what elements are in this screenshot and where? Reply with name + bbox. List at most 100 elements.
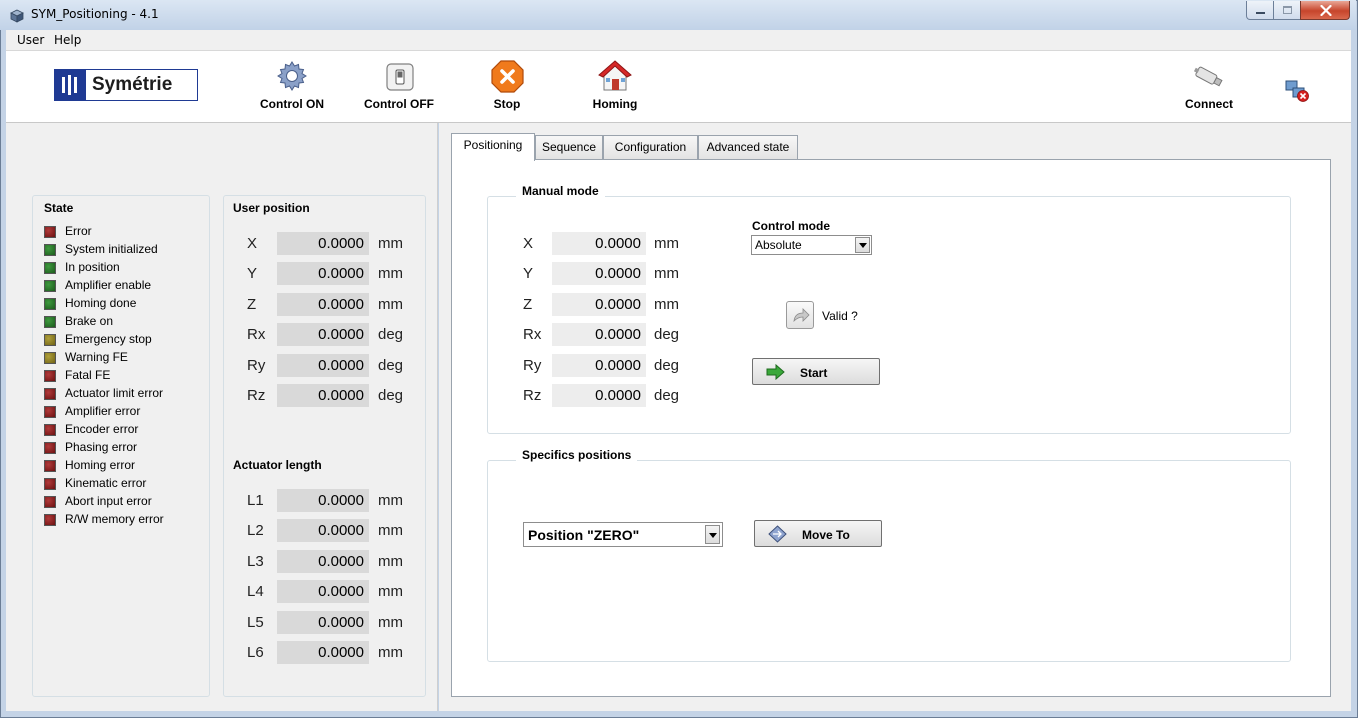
unit-label: deg <box>654 356 680 374</box>
unit-label: mm <box>378 583 403 601</box>
status-led-red <box>44 424 56 436</box>
close-icon <box>1320 5 1332 16</box>
toolbar: Symétrie Control ON Control OFF Stop Hom… <box>6 51 1351 123</box>
stop-button[interactable]: Stop <box>462 57 552 117</box>
value-field: 0.0000 <box>552 232 646 255</box>
axis-label: L1 <box>247 492 264 509</box>
state-label: Emergency stop <box>65 332 152 346</box>
unit-label: mm <box>654 295 679 313</box>
unit-label: deg <box>654 387 680 404</box>
status-led-red <box>44 460 56 472</box>
control-mode-select[interactable]: Absolute <box>751 235 872 255</box>
menu-user[interactable]: User <box>17 33 44 47</box>
state-label: In position <box>65 260 120 274</box>
axis-label: X <box>247 235 258 252</box>
axis-label: L4 <box>247 583 264 601</box>
status-led-red <box>44 442 56 454</box>
state-label: Phasing error <box>65 440 138 454</box>
state-label: Amplifier enable <box>65 278 152 292</box>
unit-label: mm <box>378 235 403 252</box>
status-led-green <box>44 298 56 310</box>
network-disconnected-icon[interactable] <box>1284 79 1310 103</box>
start-button[interactable]: Start <box>752 358 880 385</box>
unit-label: mm <box>378 644 403 661</box>
unit-label: mm <box>654 265 679 283</box>
axis-label: Rx <box>247 326 266 344</box>
connect-label: Connect <box>1185 97 1233 111</box>
move-to-button[interactable]: Move To <box>754 520 882 547</box>
axis-label: Z <box>247 295 257 313</box>
logo-text: Symétrie <box>92 74 173 95</box>
value-field: 0.0000 <box>277 232 369 255</box>
axis-label: Rz <box>247 387 266 404</box>
state-label: Amplifier error <box>65 404 141 418</box>
value-field: 0.0000 <box>277 641 369 664</box>
axis-label: L6 <box>247 644 264 661</box>
status-led-yellow <box>44 334 56 346</box>
valid-check-button[interactable] <box>786 301 814 329</box>
axis-label: Rx <box>523 326 542 344</box>
unit-label: mm <box>378 552 403 570</box>
title-bar[interactable]: SYM_Positioning - 4.1 <box>0 0 1356 30</box>
maximize-button[interactable] <box>1273 1 1301 20</box>
tab-advanced-state[interactable]: Advanced state <box>698 135 798 159</box>
value-field: 0.0000 <box>277 262 369 286</box>
value-field: 0.0000 <box>277 580 369 604</box>
state-label: Actuator limit error <box>65 386 164 400</box>
status-led-red <box>44 370 56 382</box>
specifics-positions-group <box>487 460 1291 662</box>
chevron-down-icon <box>709 533 717 538</box>
menu-bar: User Help <box>6 30 1351 51</box>
close-button[interactable] <box>1300 1 1350 20</box>
value-field: 0.0000 <box>277 489 369 512</box>
value-field: 0.0000 <box>277 519 369 543</box>
connect-button[interactable]: Connect <box>1164 57 1254 117</box>
unit-label: deg <box>378 326 404 344</box>
control-off-label: Control OFF <box>364 97 434 111</box>
status-led-red <box>44 478 56 490</box>
value-field: 0.0000 <box>277 353 369 377</box>
status-led-yellow <box>44 352 56 364</box>
window-title: SYM_Positioning - 4.1 <box>31 7 159 21</box>
axis-label: Z <box>523 295 533 313</box>
menu-help[interactable]: Help <box>54 33 81 47</box>
value-field: 0.0000 <box>552 323 646 347</box>
state-label: Brake on <box>65 314 114 328</box>
tab-configuration[interactable]: Configuration <box>603 135 698 159</box>
status-led-green <box>44 244 56 256</box>
homing-button[interactable]: Homing <box>570 57 660 117</box>
minimize-button[interactable] <box>1246 1 1274 20</box>
control-on-button[interactable]: Control ON <box>247 57 337 117</box>
position-select-value: Position "ZERO" <box>528 527 640 543</box>
tab-positioning[interactable]: Positioning <box>451 133 535 161</box>
tab-sequence[interactable]: Sequence <box>535 135 603 159</box>
status-led-red <box>44 514 56 526</box>
unit-label: mm <box>378 613 403 631</box>
control-mode-dropdown[interactable] <box>855 237 870 253</box>
state-label: Kinematic error <box>65 476 147 490</box>
valid-label: Valid ? <box>822 309 858 323</box>
value-field: 0.0000 <box>277 384 369 407</box>
unit-label: mm <box>654 235 679 252</box>
control-mode-label: Control mode <box>752 219 830 233</box>
unit-label: mm <box>378 492 403 509</box>
unit-label: deg <box>378 387 404 404</box>
position-select[interactable]: Position "ZERO" <box>523 522 723 547</box>
status-led-green <box>44 316 56 328</box>
user-position-title: User position <box>233 201 310 215</box>
state-label: Abort input error <box>65 494 152 508</box>
minimize-icon <box>1256 12 1265 14</box>
state-label: Fatal FE <box>65 368 111 382</box>
value-field: 0.0000 <box>552 384 646 407</box>
state-label: Error <box>65 224 92 238</box>
position-dropdown[interactable] <box>705 525 720 544</box>
power-switch-icon <box>386 63 414 91</box>
control-mode-value: Absolute <box>755 238 802 252</box>
status-led-green <box>44 262 56 274</box>
value-field: 0.0000 <box>277 549 369 573</box>
specifics-positions-title: Specifics positions <box>516 448 638 462</box>
control-off-button[interactable]: Control OFF <box>354 57 444 117</box>
axis-label: L3 <box>247 552 264 570</box>
plug-icon <box>1193 66 1223 87</box>
state-label: Homing done <box>65 296 137 310</box>
